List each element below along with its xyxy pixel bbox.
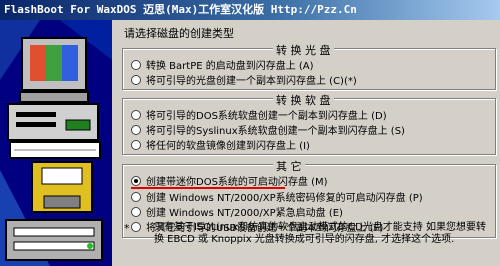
option-label: 转换 BartPE 的启动盘到闪存盘上 (A) xyxy=(146,61,314,72)
option-convert-bartpe[interactable]: 转换 BartPE 的启动盘到闪存盘上 (A) xyxy=(131,58,314,72)
wizard-content: 请选择磁盘的创建类型 转 换 光 盘 转换 BartPE 的启动盘到闪存盘上 (… xyxy=(118,20,496,266)
option-copy-cd[interactable]: 将可引导的光盘创建一个副本到闪存盘上 (C)(*) xyxy=(131,73,357,87)
group-label: 转 换 光 盘 xyxy=(273,42,334,58)
radio-button[interactable] xyxy=(131,124,141,135)
note-asterisk: * xyxy=(124,222,130,235)
option-label: 将可引导的DOS系统软盘创建一个副本到闪存盘上 (D) xyxy=(146,111,387,122)
radio-button[interactable] xyxy=(131,74,141,85)
window-title: FlashBoot For WaxDOS 迈思(Max)工作室汉化版 Http:… xyxy=(4,3,357,16)
computer-illustration-icon xyxy=(0,20,112,266)
wizard-window: FlashBoot For WaxDOS 迈思(Max)工作室汉化版 Http:… xyxy=(0,0,500,266)
option-label: 将可引导的Syslinux系统软盘创建一个副本到闪存盘上 (S) xyxy=(146,126,405,137)
option-password-recovery[interactable]: 创建 Windows NT/2000/XP系统密码修复的可启动闪存盘 (P) xyxy=(131,190,423,204)
option-label: 创建 Windows NT/2000/XP紧急启动盘 (E) xyxy=(146,208,343,219)
option-label: 将任何的软盘镜像创建到闪存盘上 (I) xyxy=(146,141,310,152)
group-convert-cd: 转 换 光 盘 转换 BartPE 的启动盘到闪存盘上 (A) 将可引导的光盘创… xyxy=(122,42,496,90)
radio-button[interactable] xyxy=(131,59,141,70)
radio-button[interactable] xyxy=(131,139,141,150)
option-label: 将可引导的光盘创建一个副本到闪存盘上 (C)(*) xyxy=(146,76,357,87)
option-label: 创建带迷你DOS系统的可启动闪存盘 (M) xyxy=(146,177,328,188)
intro-text: 请选择磁盘的创建类型 xyxy=(124,27,234,40)
group-label: 转 换 软 盘 xyxy=(273,92,334,108)
group-label: 其 它 xyxy=(273,158,305,174)
note-text: 只有基于ISOLinux和仿真的软盘启动模式的CD光盘才能支持 如果您想要转换 … xyxy=(154,222,486,245)
option-copy-dos-floppy[interactable]: 将可引导的DOS系统软盘创建一个副本到闪存盘上 (D) xyxy=(131,108,387,122)
radio-button[interactable] xyxy=(131,191,141,202)
option-emergency-boot[interactable]: 创建 Windows NT/2000/XP紧急启动盘 (E) xyxy=(131,205,343,219)
title-bar: FlashBoot For WaxDOS 迈思(Max)工作室汉化版 Http:… xyxy=(0,0,500,20)
option-label: 创建 Windows NT/2000/XP系统密码修复的可启动闪存盘 (P) xyxy=(146,193,423,204)
option-mini-dos[interactable]: 创建带迷你DOS系统的可启动闪存盘 (M) xyxy=(131,174,328,188)
radio-button[interactable] xyxy=(131,175,141,186)
option-floppy-image[interactable]: 将任何的软盘镜像创建到闪存盘上 (I) xyxy=(131,138,310,152)
radio-button[interactable] xyxy=(131,221,141,232)
wizard-side-illustration xyxy=(0,20,112,266)
radio-selected-dot-icon xyxy=(134,178,138,183)
radio-button[interactable] xyxy=(131,206,141,217)
group-convert-floppy: 转 换 软 盘 将可引导的DOS系统软盘创建一个副本到闪存盘上 (D) 将可引导… xyxy=(122,92,496,155)
option-copy-syslinux-floppy[interactable]: 将可引导的Syslinux系统软盘创建一个副本到闪存盘上 (S) xyxy=(131,123,405,137)
radio-button[interactable] xyxy=(131,109,141,120)
